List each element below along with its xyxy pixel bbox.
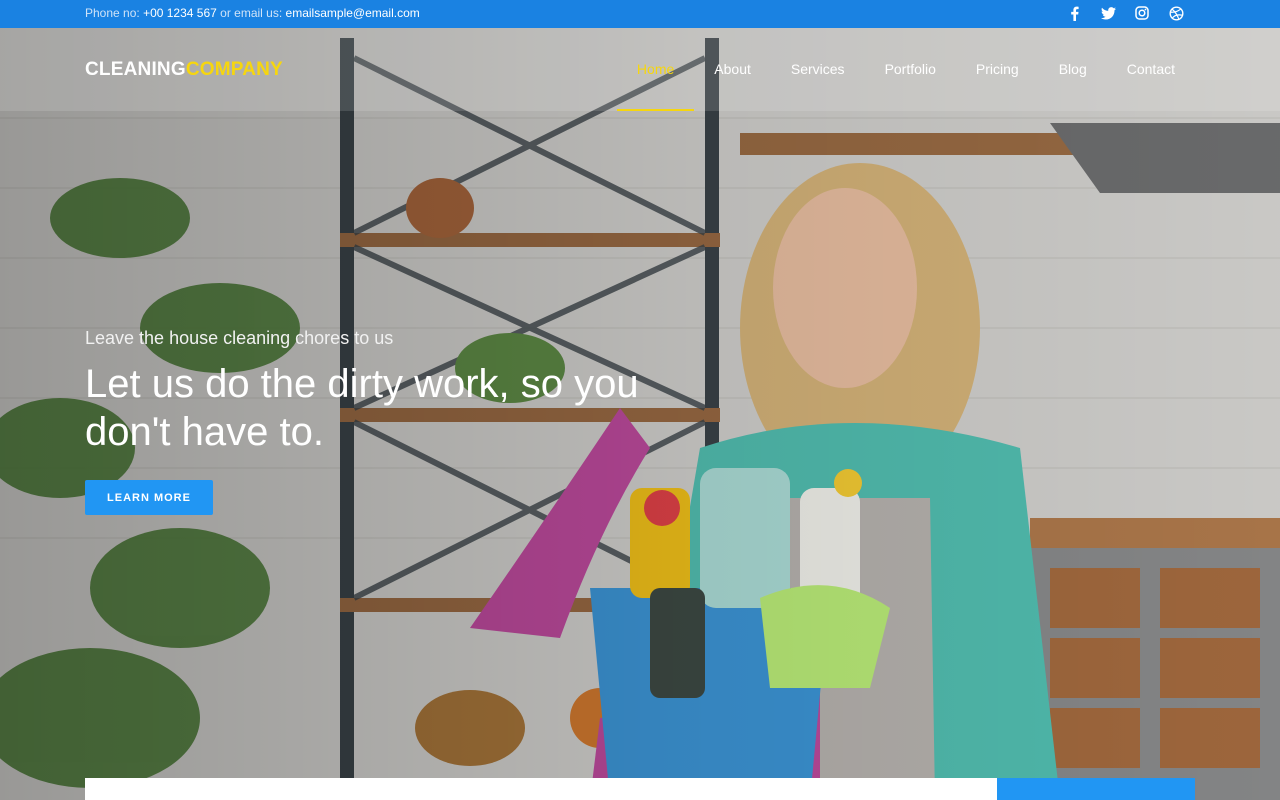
learn-more-button[interactable]: LEARN MORE bbox=[85, 480, 213, 515]
twitter-icon[interactable] bbox=[1100, 5, 1116, 21]
or-label: or bbox=[220, 6, 231, 20]
nav-item-blog[interactable]: Blog bbox=[1039, 28, 1107, 111]
email-link[interactable]: emailsample@email.com bbox=[286, 6, 420, 20]
contact-info: Phone no: +00 1234 567 or email us: emai… bbox=[85, 6, 420, 20]
main-navbar: CLEANINGCOMPANY Home About Services Port… bbox=[0, 28, 1280, 111]
nav-item-portfolio[interactable]: Portfolio bbox=[865, 28, 956, 111]
feature-panel-accent bbox=[997, 778, 1195, 800]
nav-item-services[interactable]: Services bbox=[771, 28, 865, 111]
nav-item-about[interactable]: About bbox=[694, 28, 771, 111]
hero-headline: Let us do the dirty work, so you don't h… bbox=[85, 362, 639, 454]
hero-kicker: Leave the house cleaning chores to us bbox=[85, 328, 394, 348]
social-links bbox=[1066, 5, 1184, 21]
nav-item-pricing[interactable]: Pricing bbox=[956, 28, 1039, 111]
phone-link[interactable]: +00 1234 567 bbox=[143, 6, 217, 20]
brand-name-part1: CLEANING bbox=[85, 59, 186, 80]
brand-name-part2: COMPANY bbox=[185, 59, 283, 80]
nav-item-home[interactable]: Home bbox=[616, 28, 695, 111]
dribbble-icon[interactable] bbox=[1168, 5, 1184, 21]
feature-panel bbox=[85, 778, 997, 800]
nav-menu: Home About Services Portfolio Pricing Bl… bbox=[616, 28, 1195, 111]
phone-label: Phone no: bbox=[85, 6, 140, 20]
brand-logo[interactable]: CLEANINGCOMPANY bbox=[85, 59, 283, 81]
top-bar: Phone no: +00 1234 567 or email us: emai… bbox=[0, 0, 1280, 28]
hero-section: CLEANINGCOMPANY Home About Services Port… bbox=[0, 28, 1280, 800]
email-label: email us: bbox=[234, 6, 283, 20]
facebook-icon[interactable] bbox=[1066, 5, 1082, 21]
nav-item-contact[interactable]: Contact bbox=[1107, 28, 1195, 111]
instagram-icon[interactable] bbox=[1134, 5, 1150, 21]
